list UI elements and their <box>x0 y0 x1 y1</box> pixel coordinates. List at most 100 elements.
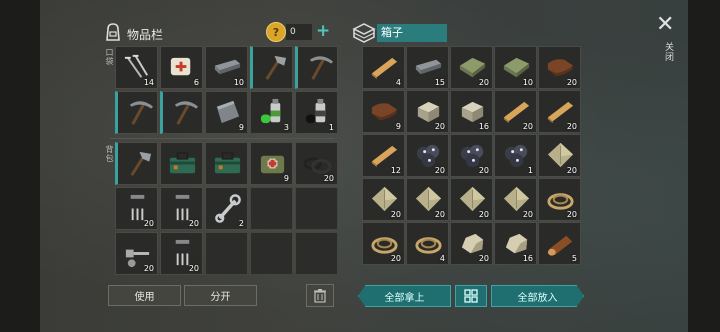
add-coins-button[interactable]: + <box>316 21 330 41</box>
chest-slot[interactable]: 15 <box>406 46 449 89</box>
item-count: 20 <box>566 78 577 87</box>
pocket-slot[interactable] <box>160 91 203 134</box>
chest-slot[interactable]: 1 <box>494 134 537 177</box>
pocket-slot[interactable] <box>295 46 338 89</box>
backpack-header-icon <box>103 22 123 46</box>
put-all-button[interactable]: 全部放入 <box>491 285 584 307</box>
use-button[interactable]: 使用 <box>108 285 181 306</box>
chest-slot[interactable]: 20 <box>450 46 493 89</box>
toolbox-icon <box>169 151 196 174</box>
trash-button[interactable] <box>306 284 334 307</box>
pickaxe-icon <box>174 101 199 125</box>
chest-slot[interactable]: 20 <box>406 90 449 133</box>
chest-slot[interactable]: 4 <box>362 46 405 89</box>
backpack-slot[interactable]: 20 <box>160 187 203 230</box>
item-count: 16 <box>478 122 489 131</box>
item-count: 16 <box>522 254 533 263</box>
pocket-slot[interactable]: 10 <box>205 46 248 89</box>
pocket-slot[interactable]: 6 <box>160 46 203 89</box>
coin-count: 0 <box>286 24 312 40</box>
item-count: 6 <box>193 78 199 87</box>
chest-slot[interactable]: 16 <box>450 90 493 133</box>
item-count: 20 <box>434 210 445 219</box>
pocket-slot[interactable]: 14 <box>115 46 158 89</box>
pocket-slot[interactable]: 3 <box>250 91 293 134</box>
chest-slot[interactable]: 20 <box>538 178 581 221</box>
chest-title: 箱子 <box>377 24 447 42</box>
pickaxe-icon <box>129 101 154 125</box>
chest-slot[interactable]: 20 <box>450 134 493 177</box>
backpack-slot[interactable]: 2 <box>205 187 248 230</box>
item-count: 20 <box>478 254 489 263</box>
item-count: 20 <box>566 210 577 219</box>
backpack-slot[interactable] <box>250 187 293 230</box>
item-count: 20 <box>478 166 489 175</box>
backpack-slot[interactable]: 20 <box>295 142 338 185</box>
close-icon[interactable]: ✕ <box>656 12 674 37</box>
item-count: 9 <box>395 122 401 131</box>
sort-button[interactable] <box>455 285 487 307</box>
take-all-button[interactable]: 全部拿上 <box>358 285 451 307</box>
item-count: 20 <box>143 219 154 228</box>
trash-icon <box>314 289 326 303</box>
item-count: 9 <box>283 174 289 183</box>
backpack-label: 背包 <box>105 145 114 163</box>
chest-slot[interactable]: 4 <box>406 222 449 265</box>
item-count: 20 <box>323 174 334 183</box>
backpack-slot[interactable] <box>115 142 158 185</box>
pocket-slot[interactable]: 1 <box>295 91 338 134</box>
chest-slot[interactable]: 20 <box>538 134 581 177</box>
chest-slot[interactable]: 20 <box>450 178 493 221</box>
pickaxe-icon <box>309 56 334 80</box>
backpack-slot[interactable] <box>205 232 248 275</box>
split-button[interactable]: 分开 <box>184 285 257 306</box>
backpack-slot[interactable]: 20 <box>160 232 203 275</box>
pocket-slot[interactable]: 9 <box>205 91 248 134</box>
item-count: 14 <box>143 78 154 87</box>
backpack-slot[interactable] <box>160 142 203 185</box>
backpack-slot[interactable]: 20 <box>115 187 158 230</box>
item-count: 1 <box>328 123 334 132</box>
chest-slot[interactable]: 20 <box>362 222 405 265</box>
item-count: 20 <box>522 122 533 131</box>
item-count: 20 <box>566 122 577 131</box>
pocket-label: 口袋 <box>105 48 114 66</box>
coin-icon: ? <box>266 22 286 42</box>
chest-slot[interactable]: 10 <box>494 46 537 89</box>
item-count: 20 <box>566 166 577 175</box>
backpack-slot[interactable] <box>250 232 293 275</box>
item-count: 3 <box>283 123 289 132</box>
item-count: 10 <box>522 78 533 87</box>
backpack-slot[interactable] <box>295 187 338 230</box>
chest-slot[interactable]: 20 <box>406 134 449 177</box>
item-count: 1 <box>527 166 533 175</box>
chest-slot[interactable]: 20 <box>538 90 581 133</box>
backpack-slot[interactable]: 20 <box>115 232 158 275</box>
chest-slot[interactable]: 20 <box>494 178 537 221</box>
chest-slot[interactable]: 20 <box>362 178 405 221</box>
pocket-slot[interactable] <box>115 91 158 134</box>
chest-slot[interactable]: 20 <box>538 46 581 89</box>
backpack-slot[interactable]: 9 <box>250 142 293 185</box>
pocket-slot[interactable] <box>250 46 293 89</box>
item-count: 4 <box>439 254 445 263</box>
item-count: 20 <box>434 166 445 175</box>
chest-header-icon <box>352 21 376 47</box>
chest-slot[interactable]: 20 <box>494 90 537 133</box>
chest-slot[interactable]: 20 <box>450 222 493 265</box>
close-label[interactable]: 关闭 <box>662 42 675 62</box>
chest-slot[interactable]: 16 <box>494 222 537 265</box>
item-count: 2 <box>238 219 244 228</box>
item-count: 20 <box>143 264 154 273</box>
chest-slot[interactable]: 12 <box>362 134 405 177</box>
grid-sort-icon <box>464 289 478 303</box>
item-count: 5 <box>571 254 577 263</box>
chest-slot[interactable]: 5 <box>538 222 581 265</box>
hatchet-icon <box>265 55 287 80</box>
chest-slot[interactable]: 20 <box>406 178 449 221</box>
item-count: 10 <box>233 78 244 87</box>
chest-slot[interactable]: 9 <box>362 90 405 133</box>
backpack-slot[interactable] <box>295 232 338 275</box>
backpack-slot[interactable] <box>205 142 248 185</box>
toolbox-icon <box>214 151 241 174</box>
